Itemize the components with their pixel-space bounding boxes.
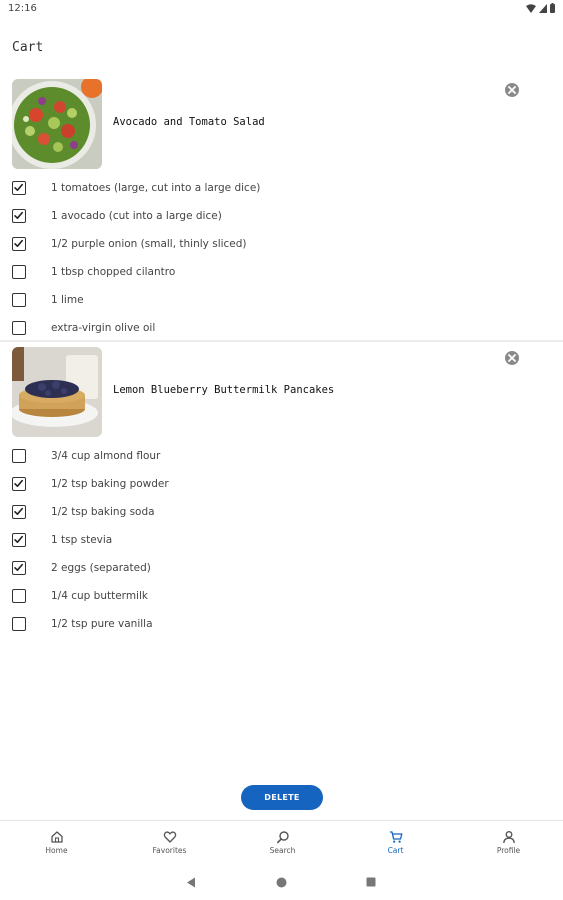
ingredient-list: 1 tomatoes (large, cut into a large dice…	[0, 175, 563, 343]
nav-label: Search	[269, 846, 296, 855]
signal-icon	[539, 3, 547, 13]
checkmark-icon	[14, 563, 23, 571]
recipe-header: Lemon Blueberry Buttermilk Pancakes	[0, 347, 563, 437]
ingredient-row[interactable]: 1/2 purple onion (small, thinly sliced)	[0, 231, 563, 259]
checkmark-icon	[14, 507, 23, 515]
ingredient-checkbox[interactable]	[12, 533, 26, 547]
ingredient-checkbox[interactable]	[12, 617, 26, 631]
recipe-card: Lemon Blueberry Buttermilk Pancakes 3/4 …	[0, 347, 563, 639]
ingredient-checkbox[interactable]	[12, 209, 26, 223]
checkmark-icon	[14, 535, 23, 543]
ingredient-label: 1/2 tsp pure vanilla	[51, 618, 153, 630]
nav-label: Favorites	[152, 846, 187, 855]
wifi-icon	[526, 3, 536, 13]
ingredient-label: 1/2 tsp baking soda	[51, 506, 155, 518]
ingredient-checkbox[interactable]	[12, 589, 26, 603]
home-button-icon[interactable]	[276, 877, 287, 888]
ingredient-label: 1 avocado (cut into a large dice)	[51, 210, 222, 222]
ingredient-row[interactable]: 1 tsp stevia	[0, 527, 563, 555]
ingredient-checkbox[interactable]	[12, 449, 26, 463]
checkmark-icon	[14, 479, 23, 487]
ingredient-checkbox[interactable]	[12, 505, 26, 519]
status-time: 12:16	[8, 3, 37, 14]
back-icon[interactable]	[186, 877, 196, 888]
ingredient-row[interactable]: 1 tomatoes (large, cut into a large dice…	[0, 175, 563, 203]
ingredient-checkbox[interactable]	[12, 293, 26, 307]
home-icon	[50, 831, 63, 843]
delete-button[interactable]: DELETE	[241, 785, 323, 810]
ingredient-row[interactable]: 3/4 cup almond flour	[0, 443, 563, 471]
ingredient-checkbox[interactable]	[12, 237, 26, 251]
recipe-card: Avocado and Tomato Salad 1 tomatoes (lar…	[0, 79, 563, 343]
ingredient-row[interactable]: 1/2 tsp baking soda	[0, 499, 563, 527]
nav-label: Cart	[387, 846, 404, 855]
ingredient-row[interactable]: 2 eggs (separated)	[0, 555, 563, 583]
nav-item-search[interactable]: Search	[226, 822, 339, 866]
ingredient-row[interactable]: 1 avocado (cut into a large dice)	[0, 203, 563, 231]
checkmark-icon	[14, 183, 23, 191]
ingredient-row[interactable]: 1/2 tsp baking powder	[0, 471, 563, 499]
cart-icon	[389, 831, 402, 843]
nav-item-favorites[interactable]: Favorites	[113, 822, 226, 866]
nav-item-profile[interactable]: Profile	[452, 822, 563, 866]
ingredient-label: 1/2 purple onion (small, thinly sliced)	[51, 238, 247, 250]
nav-divider	[0, 820, 563, 821]
ingredient-label: extra-virgin olive oil	[51, 322, 156, 334]
ingredient-label: 1 lime	[51, 294, 84, 306]
heart-icon	[163, 831, 176, 843]
remove-recipe-button[interactable]	[504, 82, 520, 98]
ingredient-list: 3/4 cup almond flour 1/2 tsp baking powd…	[0, 443, 563, 639]
battery-icon	[550, 3, 555, 13]
bottom-nav: Home Favorites Search Cart Profile	[0, 822, 563, 866]
search-icon	[276, 831, 289, 844]
recipe-title: Lemon Blueberry Buttermilk Pancakes	[113, 384, 335, 396]
nav-label: Home	[45, 846, 68, 855]
ingredient-label: 1/2 tsp baking powder	[51, 478, 169, 490]
ingredient-label: 1 tomatoes (large, cut into a large dice…	[51, 182, 261, 194]
person-icon	[502, 831, 515, 844]
ingredient-label: 1/4 cup buttermilk	[51, 590, 148, 602]
ingredient-row[interactable]: 1 tbsp chopped cilantro	[0, 259, 563, 287]
nav-label: Profile	[496, 846, 521, 855]
recipe-title: Avocado and Tomato Salad	[113, 116, 265, 128]
status-icons	[526, 3, 555, 13]
checkmark-icon	[14, 239, 23, 247]
ingredient-label: 3/4 cup almond flour	[51, 450, 161, 462]
recipe-header: Avocado and Tomato Salad	[0, 79, 563, 169]
ingredient-label: 1 tbsp chopped cilantro	[51, 266, 176, 278]
remove-recipe-button[interactable]	[504, 350, 520, 366]
page-title: Cart	[12, 40, 44, 55]
ingredient-checkbox[interactable]	[12, 477, 26, 491]
ingredient-row[interactable]: 1 lime	[0, 287, 563, 315]
ingredient-row[interactable]: 1/2 tsp pure vanilla	[0, 611, 563, 639]
status-bar: 12:16	[0, 0, 563, 20]
recipe-thumbnail	[12, 79, 102, 169]
nav-item-cart[interactable]: Cart	[339, 822, 452, 866]
recipe-thumbnail	[12, 347, 102, 437]
ingredient-label: 1 tsp stevia	[51, 534, 113, 546]
ingredient-checkbox[interactable]	[12, 321, 26, 335]
system-nav-bar	[0, 866, 563, 900]
recipe-divider	[0, 340, 563, 342]
ingredient-checkbox[interactable]	[12, 265, 26, 279]
recents-icon[interactable]	[366, 877, 376, 887]
ingredient-row[interactable]: extra-virgin olive oil	[0, 315, 563, 343]
ingredient-checkbox[interactable]	[12, 181, 26, 195]
ingredient-row[interactable]: 1/4 cup buttermilk	[0, 583, 563, 611]
ingredient-label: 2 eggs (separated)	[51, 562, 151, 574]
nav-item-home[interactable]: Home	[0, 822, 113, 866]
checkmark-icon	[14, 211, 23, 219]
ingredient-checkbox[interactable]	[12, 561, 26, 575]
